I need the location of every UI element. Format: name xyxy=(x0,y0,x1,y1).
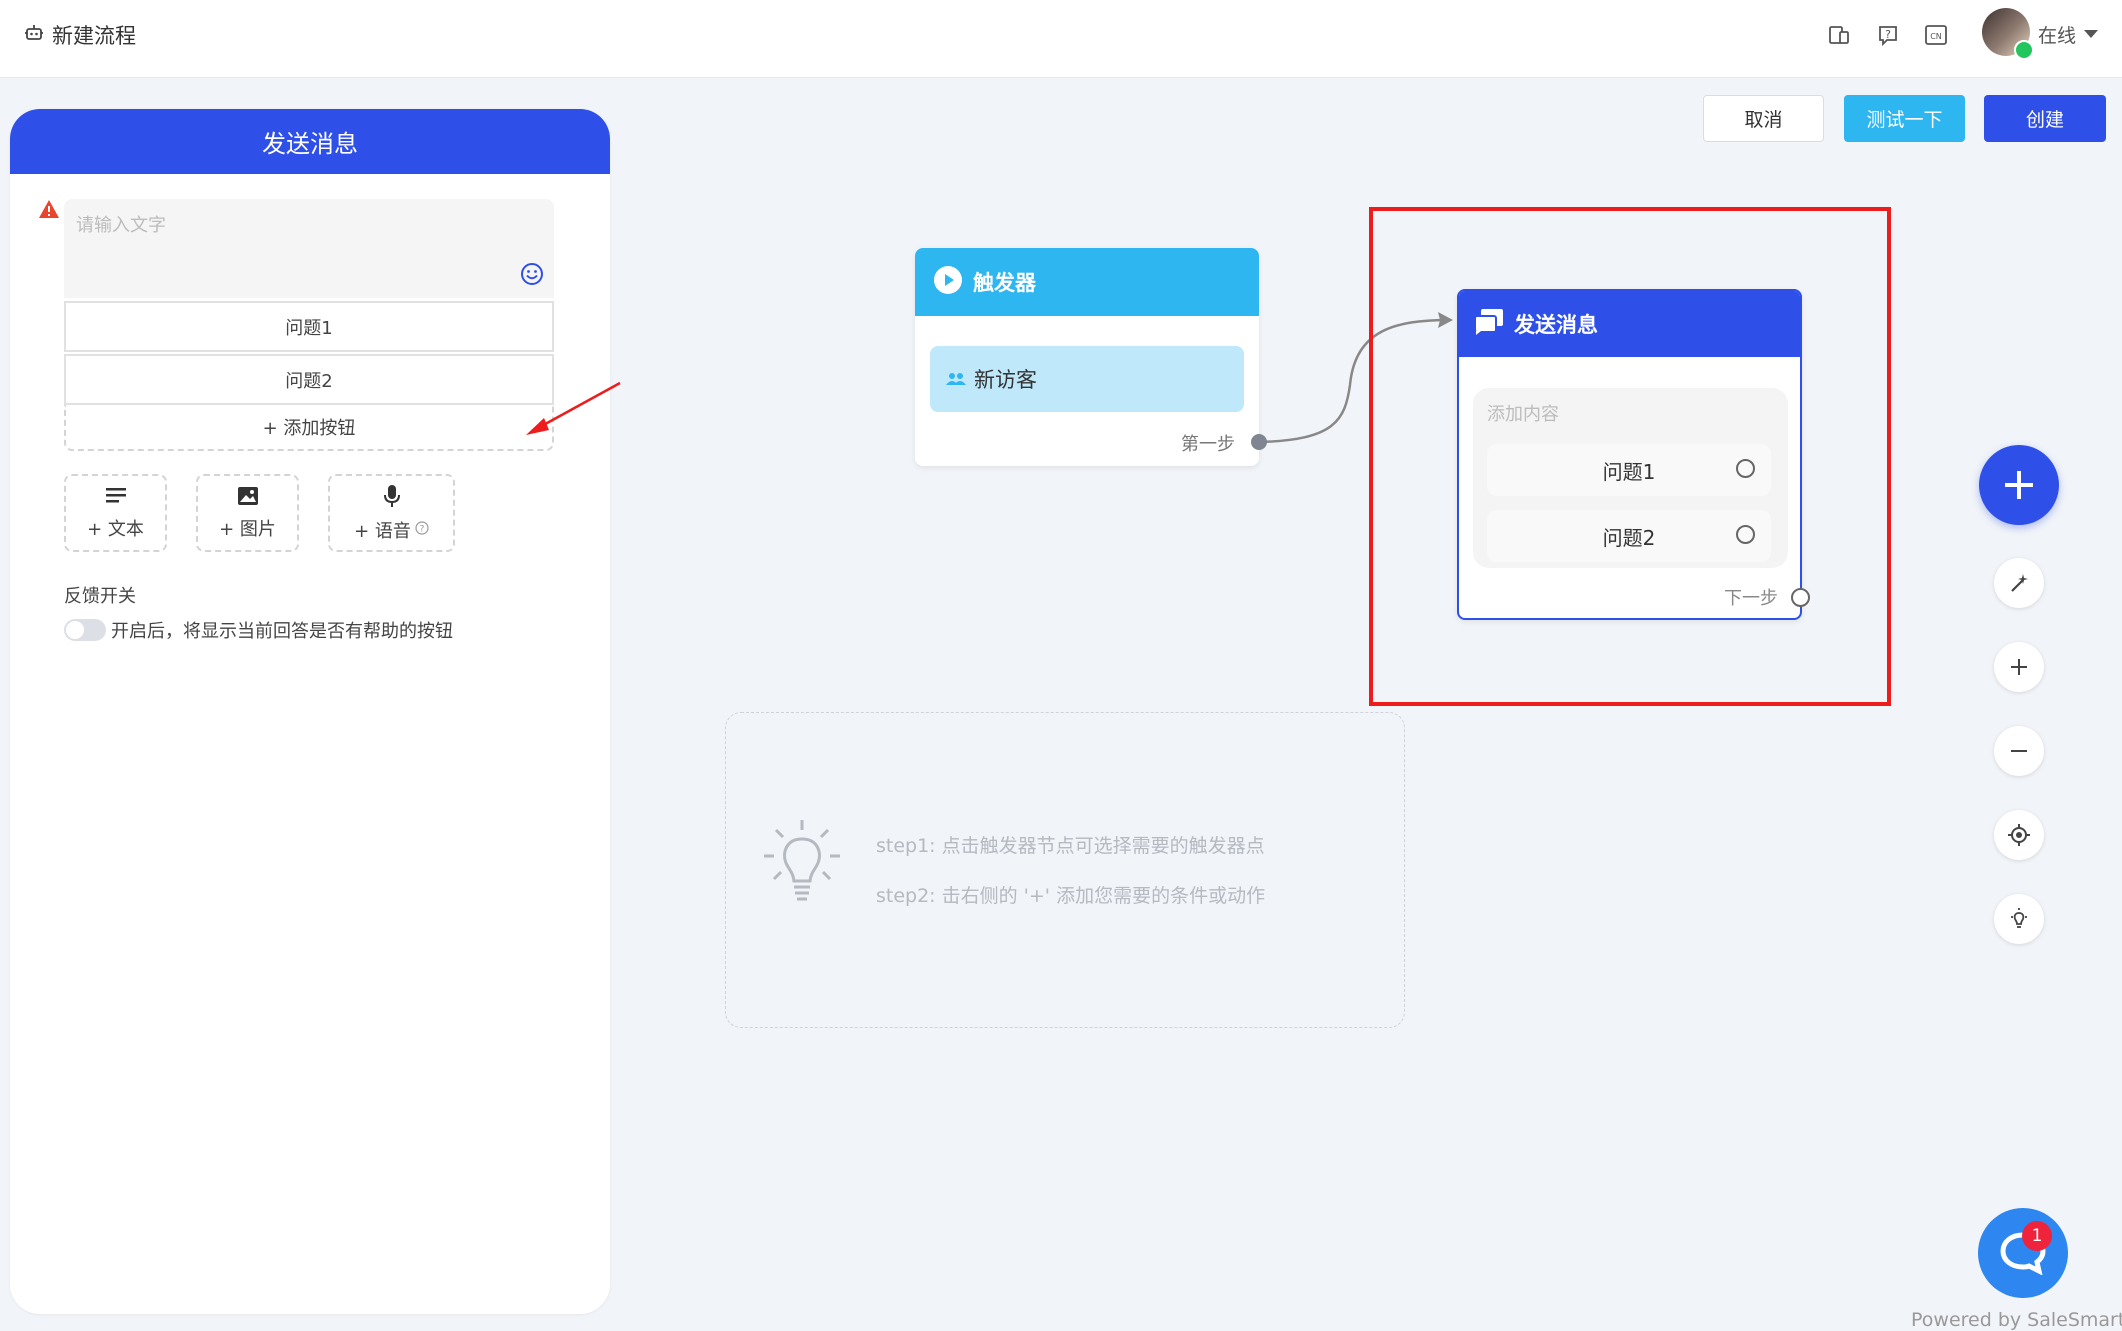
create-button[interactable]: 创建 xyxy=(1984,95,2106,142)
zoom-in-icon xyxy=(2011,659,2027,675)
auto-layout-button[interactable] xyxy=(1994,558,2044,608)
zoom-in-button[interactable] xyxy=(1994,642,2044,692)
tip-step1: step1: 点击触发器节点可选择需要的触发器点 xyxy=(876,835,1265,857)
question-button-2[interactable]: 问题2 xyxy=(64,354,554,405)
zoom-out-icon xyxy=(2011,750,2027,752)
warning-icon xyxy=(38,199,60,223)
content-placeholder: 添加内容 xyxy=(1487,404,1559,425)
zoom-out-button[interactable] xyxy=(1994,726,2044,776)
magic-wand-icon xyxy=(2011,574,2028,592)
devices-icon[interactable] xyxy=(1824,20,1854,50)
microphone-icon xyxy=(383,484,401,513)
add-node-button[interactable] xyxy=(1979,445,2059,525)
text-input-placeholder: 请输入文字 xyxy=(76,215,166,236)
trigger-node[interactable]: 触发器 新访客 第一步 xyxy=(915,248,1259,466)
emoji-icon[interactable] xyxy=(520,262,544,290)
add-voice-label-row: + 语音 ? xyxy=(354,517,429,543)
trigger-output-port[interactable] xyxy=(1251,434,1267,450)
add-voice-button[interactable]: + 语音 ? xyxy=(328,474,455,552)
locate-icon xyxy=(2008,824,2030,846)
trigger-node-header: 触发器 xyxy=(915,248,1259,316)
tips-toggle-button[interactable] xyxy=(1994,894,2044,944)
caret-down-icon[interactable] xyxy=(2084,30,2098,38)
language-icon[interactable]: CN xyxy=(1922,20,1952,50)
online-status-dot xyxy=(2014,40,2034,60)
node-question-1-label: 问题1 xyxy=(1602,459,1656,484)
add-text-label: + 文本 xyxy=(87,518,144,540)
add-image-label: + 图片 xyxy=(219,518,276,540)
send-message-node-title: 发送消息 xyxy=(1514,313,1598,337)
question-2-port[interactable] xyxy=(1736,525,1755,544)
tip-step2: step2: 击右侧的 '+' 添加您需要的条件或动作 xyxy=(876,885,1266,907)
send-message-node[interactable]: 发送消息 添加内容 问题1 问题2 下一步 xyxy=(1457,289,1802,620)
locate-button[interactable] xyxy=(1994,810,2044,860)
robot-icon xyxy=(24,23,44,48)
users-icon xyxy=(946,367,966,391)
unread-badge: 1 xyxy=(2022,1221,2052,1251)
node-question-2-label: 问题2 xyxy=(1602,525,1656,550)
feedback-description: 开启后，将显示当前回答是否有帮助的按钮 xyxy=(111,621,453,642)
first-step-label: 第一步 xyxy=(1181,434,1235,455)
image-icon xyxy=(237,486,259,511)
panel-title: 发送消息 xyxy=(10,109,610,174)
chat-widget-button[interactable] xyxy=(1978,1208,2068,1298)
svg-text:?: ? xyxy=(1885,28,1891,41)
play-icon xyxy=(933,265,963,300)
send-message-node-header: 发送消息 xyxy=(1459,291,1800,357)
plus-icon xyxy=(2005,471,2033,499)
cancel-button[interactable]: 取消 xyxy=(1703,95,1824,142)
message-output-port[interactable] xyxy=(1791,588,1810,607)
feedback-title: 反馈开关 xyxy=(64,586,136,607)
lightbulb-icon xyxy=(762,817,842,913)
message-text-input[interactable]: 请输入文字 xyxy=(64,199,554,298)
question-circle-icon[interactable]: ? xyxy=(415,519,429,540)
powered-by-text: Powered by SaleSmartly xyxy=(1911,1309,2122,1331)
annotation-arrow-icon xyxy=(526,381,621,435)
new-visitor-item[interactable]: 新访客 xyxy=(930,346,1244,412)
trigger-node-title: 触发器 xyxy=(973,271,1036,295)
question-1-port[interactable] xyxy=(1736,459,1755,478)
add-voice-label: + 语音 xyxy=(354,520,411,542)
feedback-toggle[interactable] xyxy=(64,619,106,641)
message-content-box[interactable]: 添加内容 问题1 问题2 xyxy=(1473,388,1788,568)
page-title-area: 新建流程 xyxy=(24,20,136,50)
svg-text:CN: CN xyxy=(1930,32,1942,41)
bulb-icon xyxy=(2011,908,2027,928)
status-text[interactable]: 在线 xyxy=(2038,21,2076,48)
send-message-panel: 发送消息 请输入文字 问题1 问题2 + 添加按钮 + 文本 + 图片 + 语音… xyxy=(10,109,610,1314)
text-lines-icon xyxy=(105,486,127,511)
new-visitor-label: 新访客 xyxy=(974,368,1037,392)
add-image-button[interactable]: + 图片 xyxy=(196,474,299,552)
node-question-1[interactable]: 问题1 xyxy=(1487,444,1771,496)
add-button[interactable]: + 添加按钮 xyxy=(64,405,554,451)
node-question-2[interactable]: 问题2 xyxy=(1487,510,1771,562)
help-icon[interactable]: ? xyxy=(1873,20,1903,50)
next-step-label: 下一步 xyxy=(1724,588,1778,609)
tips-box: step1: 点击触发器节点可选择需要的触发器点 step2: 击右侧的 '+'… xyxy=(725,712,1405,1028)
question-button-1[interactable]: 问题1 xyxy=(64,301,554,352)
page-title: 新建流程 xyxy=(52,24,136,48)
test-button[interactable]: 测试一下 xyxy=(1844,95,1965,142)
svg-text:?: ? xyxy=(420,525,425,535)
chat-bubbles-icon xyxy=(1474,308,1504,341)
add-text-button[interactable]: + 文本 xyxy=(64,474,167,552)
top-bar: 新建流程 ? CN 在线 xyxy=(0,0,2122,78)
